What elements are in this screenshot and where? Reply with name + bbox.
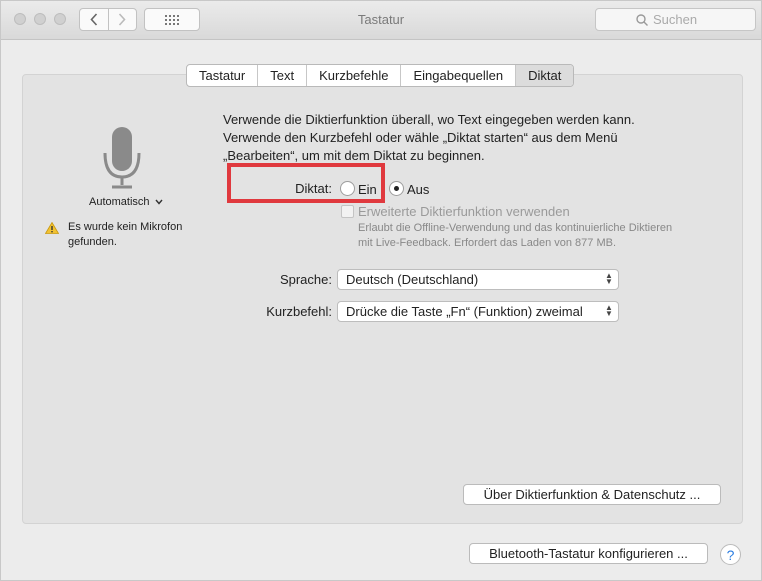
shortcut-label: Kurzbefehl:	[266, 304, 332, 319]
preferences-window: Tastatur Suchen Tastatur Text Kurzbefehl…	[0, 0, 762, 581]
language-select[interactable]: Deutsch (Deutschland) ▲ ▼	[337, 269, 619, 290]
description-line-1: Verwende die Diktierfunktion überall, wo…	[223, 112, 635, 127]
tab-tastatur[interactable]: Tastatur	[187, 65, 257, 86]
warning-text: Es wurde kein Mikrofon gefunden.	[68, 221, 183, 248]
mic-source-label: Automatisch	[89, 196, 150, 208]
enhanced-dictation-description: Erlaubt die Offline-Verwendung und das k…	[358, 221, 718, 251]
enhanced-dictation-label[interactable]: Erweiterte Diktierfunktion verwenden	[358, 204, 570, 219]
language-label: Sprache:	[279, 272, 332, 287]
highlight-box	[227, 163, 385, 203]
enhanced-description-line-1: Erlaubt die Offline-Verwendung und das k…	[358, 222, 673, 234]
dictation-description: Verwende die Diktierfunktion überall, wo…	[223, 111, 693, 165]
tab-kurzbefehle[interactable]: Kurzbefehle	[306, 65, 400, 86]
dictation-off-label[interactable]: Aus	[407, 182, 429, 197]
tab-eingabequellen[interactable]: Eingabequellen	[400, 65, 515, 86]
help-button[interactable]: ?	[720, 544, 741, 565]
microphone-icon	[103, 127, 141, 189]
description-line-2: Verwende den Kurzbefehl oder wähle „Dikt…	[223, 130, 618, 145]
search-field[interactable]: Suchen	[595, 8, 756, 31]
enhanced-description-line-2: mit Live-Feedback. Erfordert das Laden v…	[358, 237, 617, 249]
title-bar: Tastatur Suchen	[1, 1, 761, 40]
warning-icon	[45, 222, 59, 234]
updown-arrows-icon: ▲ ▼	[605, 271, 613, 286]
tab-bar: Tastatur Text Kurzbefehle Eingabequellen…	[186, 64, 575, 87]
search-icon	[636, 13, 648, 26]
mic-source-popup[interactable]: Automatisch	[89, 196, 163, 208]
shortcut-value: Drücke die Taste „Fn“ (Funktion) zweimal	[346, 304, 583, 319]
search-placeholder: Suchen	[653, 12, 698, 27]
help-icon: ?	[726, 546, 735, 563]
about-dictation-privacy-button[interactable]: Über Diktierfunktion & Datenschutz ...	[463, 484, 721, 505]
dictation-off-radio[interactable]	[389, 181, 404, 196]
shortcut-select[interactable]: Drücke die Taste „Fn“ (Funktion) zweimal…	[337, 301, 619, 322]
tab-text[interactable]: Text	[257, 65, 306, 86]
tab-diktat[interactable]: Diktat	[515, 65, 574, 86]
chevron-down-icon	[155, 199, 163, 205]
enhanced-dictation-checkbox[interactable]	[341, 205, 354, 218]
bluetooth-keyboard-setup-button[interactable]: Bluetooth-Tastatur konfigurieren ...	[469, 543, 708, 564]
language-value: Deutsch (Deutschland)	[346, 272, 479, 287]
updown-arrows-icon: ▲ ▼	[605, 303, 613, 318]
